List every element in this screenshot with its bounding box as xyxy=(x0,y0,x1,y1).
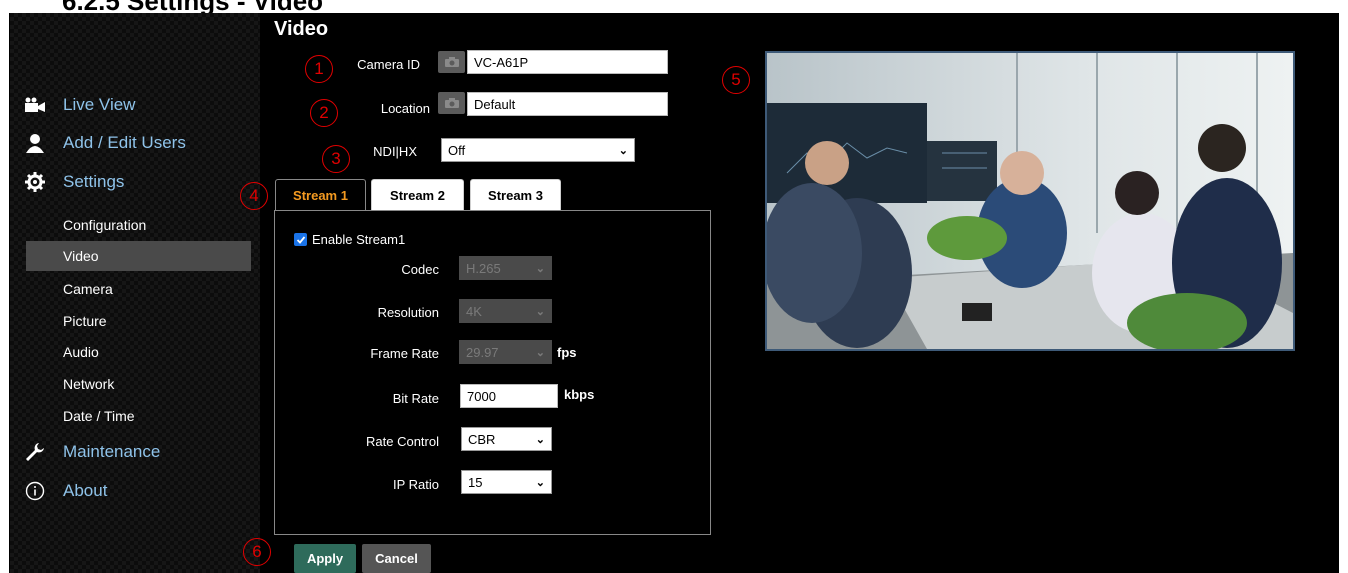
camera-id-input[interactable] xyxy=(467,50,668,74)
location-snapshot-button[interactable] xyxy=(438,92,465,114)
sidebar-item-label: Add / Edit Users xyxy=(63,133,186,152)
frame-rate-label: Frame Rate xyxy=(370,346,439,361)
camera-icon xyxy=(444,57,459,67)
sidebar-item-about[interactable]: About xyxy=(24,481,107,501)
checkmark-icon xyxy=(296,235,305,244)
sidebar-item-date-time[interactable]: Date / Time xyxy=(63,408,135,424)
sidebar-active-highlight xyxy=(26,241,251,271)
enable-stream-row: Enable Stream1 xyxy=(294,232,405,247)
chevron-down-icon: ⌄ xyxy=(535,476,545,489)
video-camera-icon xyxy=(24,95,46,115)
sidebar-item-label: Live View xyxy=(63,95,136,114)
location-input[interactable] xyxy=(467,92,668,116)
camera-id-snapshot-button[interactable] xyxy=(438,51,465,73)
sidebar-item-configuration[interactable]: Configuration xyxy=(63,217,146,233)
frame-rate-select[interactable]: 29.97 ⌄ xyxy=(459,340,552,364)
location-label: Location xyxy=(380,101,430,116)
sidebar-item-label: About xyxy=(63,481,108,500)
sidebar-item-label: Maintenance xyxy=(63,442,161,461)
codec-select[interactable]: H.265 ⌄ xyxy=(459,256,552,280)
tab-stream-2[interactable]: Stream 2 xyxy=(371,179,464,211)
sidebar-item-picture[interactable]: Picture xyxy=(63,313,107,329)
tab-stream-3[interactable]: Stream 3 xyxy=(470,179,561,211)
codec-label: Codec xyxy=(401,262,439,277)
live-preview-image xyxy=(765,51,1295,351)
user-icon xyxy=(24,133,46,153)
chevron-down-icon: ⌄ xyxy=(535,346,545,359)
camera-icon xyxy=(444,98,459,108)
sidebar-item-label: Settings xyxy=(63,172,125,191)
annotation-4: 4 xyxy=(240,182,268,210)
camera-id-label: Camera ID xyxy=(357,57,420,72)
chevron-down-icon: ⌄ xyxy=(535,305,545,318)
ip-ratio-value: 15 xyxy=(468,474,483,490)
wrench-icon xyxy=(24,442,46,462)
ndi-hx-label: NDI|HX xyxy=(373,144,417,159)
bit-rate-unit: kbps xyxy=(564,387,595,402)
enable-stream-checkbox[interactable] xyxy=(294,233,307,246)
cancel-button[interactable]: Cancel xyxy=(362,544,431,573)
annotation-3: 3 xyxy=(322,145,350,173)
ip-ratio-select[interactable]: 15 ⌄ xyxy=(461,470,552,494)
sidebar-item-live-view[interactable]: Live View xyxy=(24,95,135,115)
apply-button[interactable]: Apply xyxy=(294,544,356,573)
sidebar-item-video[interactable]: Video xyxy=(63,248,99,264)
annotation-6: 6 xyxy=(243,538,271,566)
bit-rate-input[interactable] xyxy=(460,384,558,408)
chevron-down-icon: ⌄ xyxy=(535,262,545,275)
sidebar-item-settings[interactable]: Settings xyxy=(24,172,124,192)
page-title: Video xyxy=(274,18,329,40)
resolution-label: Resolution xyxy=(377,305,439,320)
resolution-select[interactable]: 4K ⌄ xyxy=(459,299,552,323)
bit-rate-label: Bit Rate xyxy=(392,391,439,406)
annotation-2: 2 xyxy=(310,99,338,127)
sidebar-item-camera[interactable]: Camera xyxy=(63,281,113,297)
info-icon xyxy=(24,481,46,501)
frame-rate-unit: fps xyxy=(557,345,577,360)
gear-icon xyxy=(24,172,46,192)
sidebar: Live View Add / Edit Users Settings Conf… xyxy=(10,13,260,573)
sidebar-item-audio[interactable]: Audio xyxy=(63,344,99,360)
sidebar-item-maintenance[interactable]: Maintenance xyxy=(24,442,160,462)
rate-control-value: CBR xyxy=(468,431,496,447)
rate-control-label: Rate Control xyxy=(366,434,439,449)
frame-rate-value: 29.97 xyxy=(466,344,499,360)
sidebar-item-network[interactable]: Network xyxy=(63,376,114,392)
rate-control-select[interactable]: CBR ⌄ xyxy=(461,427,552,451)
sidebar-item-add-edit-users[interactable]: Add / Edit Users xyxy=(24,133,186,153)
ndi-hx-select[interactable]: Off ⌄ xyxy=(441,138,635,162)
ip-ratio-label: IP Ratio xyxy=(392,477,439,492)
chevron-down-icon: ⌄ xyxy=(535,433,545,446)
chevron-down-icon: ⌄ xyxy=(618,144,628,157)
codec-value: H.265 xyxy=(466,260,501,276)
annotation-1: 1 xyxy=(305,55,333,83)
resolution-value: 4K xyxy=(466,303,482,319)
tab-stream-1[interactable]: Stream 1 xyxy=(275,179,366,211)
enable-stream-label: Enable Stream1 xyxy=(312,232,406,247)
ndi-hx-value: Off xyxy=(448,142,466,158)
annotation-5: 5 xyxy=(722,66,750,94)
